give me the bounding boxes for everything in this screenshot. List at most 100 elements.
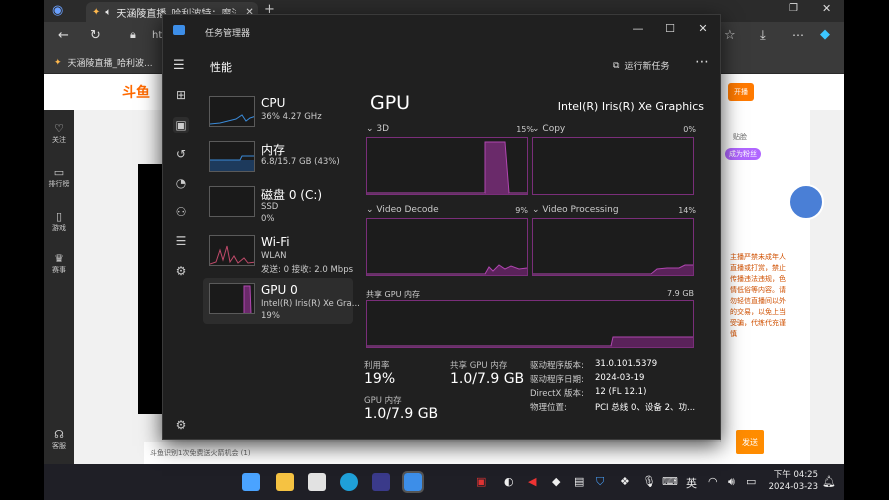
cpu-thumbnail bbox=[209, 96, 255, 127]
utilization-label: 利用率 bbox=[364, 361, 390, 371]
browser-menu-icon[interactable]: ⋯ bbox=[792, 28, 804, 42]
gpu-title: GPU bbox=[370, 92, 411, 114]
headset-icon: ☊ bbox=[54, 428, 64, 441]
directx-value: 12 (FL 12.1) bbox=[595, 387, 647, 397]
engine-vp-pct: 14% bbox=[678, 206, 696, 215]
utilization-value: 19% bbox=[364, 371, 396, 387]
item-detail-2: 0% bbox=[261, 214, 275, 224]
back-icon[interactable]: ← bbox=[58, 28, 69, 43]
clock[interactable]: 下午 04:25 2024-03-23 bbox=[766, 469, 818, 493]
send-button[interactable]: 发送 bbox=[736, 430, 764, 454]
gpu-thumbnail bbox=[209, 283, 255, 314]
resource-item-memory[interactable]: 内存 6.8/15.7 GB (43%) bbox=[203, 136, 353, 182]
close-button[interactable]: ✕ bbox=[688, 19, 718, 39]
task-manager-taskbar-icon[interactable] bbox=[402, 471, 424, 493]
battery-icon[interactable]: ▭ bbox=[746, 475, 756, 488]
item-name: Wi-Fi bbox=[261, 235, 290, 249]
startup-apps-icon[interactable]: ◔ bbox=[173, 175, 189, 191]
maximize-button[interactable]: ☐ bbox=[655, 19, 685, 39]
settings-icon[interactable]: ⚙ bbox=[173, 417, 189, 433]
desktop-screen: ◉ ✦ 🔈︎ 天涵陵直播_哈利波特：魔法 ✕ + ❐ ✕ ← ↻ 🔒︎ htt … bbox=[44, 0, 844, 500]
run-new-task-button[interactable]: ⧉ 运行新任务 bbox=[613, 59, 669, 73]
ime-indicator[interactable]: 英 bbox=[686, 475, 697, 491]
engine-copy-label[interactable]: ⌄ Copy bbox=[532, 124, 565, 134]
download-icon[interactable]: ⤓ bbox=[760, 28, 766, 43]
letterbox-left bbox=[0, 0, 44, 500]
gpu-mem-value: 1.0/7.9 GB bbox=[364, 406, 439, 422]
defender-icon[interactable]: ⛉ bbox=[596, 475, 604, 489]
engine-vp-label[interactable]: ⌄ Video Processing bbox=[532, 205, 619, 215]
resource-item-disk[interactable]: 磁盘 0 (C:) SSD 0% bbox=[203, 181, 353, 227]
letterbox-right bbox=[844, 0, 889, 500]
details-icon[interactable]: ☰ bbox=[173, 233, 189, 249]
file-explorer-icon[interactable] bbox=[276, 473, 294, 491]
refresh-icon[interactable]: ↻ bbox=[90, 28, 101, 43]
microphone-icon[interactable]: 🎙︎ bbox=[642, 475, 656, 488]
browser-close-icon[interactable]: ✕ bbox=[822, 2, 831, 15]
bookmark-item[interactable]: 天涵陵直播_哈利波... bbox=[68, 56, 153, 69]
lock-icon: 🔒︎ bbox=[130, 28, 136, 41]
tray-icon-5[interactable]: ▤ bbox=[574, 475, 584, 488]
shared-memory-label: 共享 GPU 内存 bbox=[366, 290, 420, 299]
engine-decode-graph bbox=[366, 218, 528, 276]
more-options-icon[interactable]: ⋯ bbox=[695, 54, 709, 70]
engine-decode-label[interactable]: ⌄ Video Decode bbox=[366, 205, 439, 215]
resource-item-cpu[interactable]: CPU 36% 4.27 GHz bbox=[203, 91, 353, 137]
restore-icon[interactable]: ❐ bbox=[789, 3, 798, 14]
tray-icon-4[interactable]: ◆ bbox=[552, 475, 560, 488]
edge-icon[interactable] bbox=[340, 473, 358, 491]
copilot-icon[interactable]: ◆ bbox=[820, 27, 830, 42]
notification-icon[interactable]: 🔔︎ bbox=[822, 475, 836, 488]
nav-follow[interactable]: ♡ 关注 bbox=[44, 122, 74, 145]
tm-header: ☰ 性能 ⧉ 运行新任务 ⋯ bbox=[163, 47, 722, 83]
tab-favicon-icon: ✦ bbox=[92, 6, 101, 18]
engine-3d-graph bbox=[366, 137, 528, 195]
minimize-button[interactable]: — bbox=[623, 19, 653, 39]
tray-app-icon[interactable]: ▣ bbox=[476, 475, 486, 488]
browser-profile-icon[interactable]: ◉ bbox=[52, 3, 63, 18]
fan-badge[interactable]: 成为粉丝 bbox=[725, 148, 761, 160]
processes-icon[interactable]: ⊞ bbox=[173, 87, 189, 103]
start-stream-button[interactable]: 开播 bbox=[728, 83, 754, 101]
chat-notice: 主播严禁未成年人直播或打赏，禁止传播违法违规，色情低俗等内容。请勿轻信直播间以外… bbox=[730, 253, 786, 338]
video-player[interactable] bbox=[138, 164, 164, 414]
keyboard-icon[interactable]: ⌨ bbox=[662, 475, 678, 488]
driver-date-value: 2024-03-19 bbox=[595, 373, 645, 383]
app-icon[interactable] bbox=[372, 473, 390, 491]
gpu-model: Intel(R) Iris(R) Xe Graphics bbox=[557, 100, 704, 113]
item-detail: SSD bbox=[261, 202, 279, 212]
resource-item-gpu[interactable]: GPU 0 Intel(R) Iris(R) Xe Gra... 19% bbox=[203, 278, 360, 324]
tray-icon-3[interactable]: ◀ bbox=[528, 475, 536, 488]
shared-gpu-mem-label: 共享 GPU 内存 bbox=[450, 361, 508, 371]
app-history-icon[interactable]: ↺ bbox=[173, 146, 189, 162]
volume-icon[interactable]: 🔊︎ bbox=[728, 475, 735, 489]
start-icon[interactable] bbox=[242, 473, 260, 491]
engine-3d-label[interactable]: ⌄ 3D bbox=[366, 124, 389, 134]
wifi-icon[interactable]: ◠ bbox=[708, 475, 718, 488]
shared-memory-max: 7.9 GB bbox=[667, 289, 694, 298]
hamburger-menu-icon[interactable]: ☰ bbox=[173, 58, 185, 73]
nav-service[interactable]: ☊ 客服 bbox=[44, 428, 74, 451]
task-manager-window: 任务管理器 — ☐ ✕ ☰ 性能 ⧉ 运行新任务 ⋯ ⊞ ▣ ↺ ◔ ⚇ ☰ ⚙… bbox=[162, 14, 721, 440]
site-left-nav: ♡ 关注 ▭ 排行榜 ▯ 游戏 ♛ 赛事 ☊ 客服 bbox=[44, 110, 74, 464]
audio-icon[interactable]: 🔈︎ bbox=[105, 7, 111, 18]
item-detail: Intel(R) Iris(R) Xe Gra... bbox=[261, 299, 360, 309]
tm-titlebar[interactable]: 任务管理器 — ☐ ✕ bbox=[163, 15, 722, 47]
nav-event[interactable]: ♛ 赛事 bbox=[44, 252, 74, 275]
site-logo[interactable]: 斗鱼 bbox=[122, 82, 150, 102]
services-icon[interactable]: ⚙ bbox=[173, 263, 189, 279]
nav-rank[interactable]: ▭ 排行榜 bbox=[44, 166, 74, 189]
resource-item-wifi[interactable]: Wi-Fi WLAN 发送: 0 接收: 2.0 Mbps bbox=[203, 230, 353, 276]
nav-game[interactable]: ▯ 游戏 bbox=[44, 210, 74, 233]
gpu-mem-label: GPU 内存 bbox=[364, 396, 402, 406]
tray-icon-2[interactable]: ◐ bbox=[504, 475, 514, 488]
users-icon[interactable]: ⚇ bbox=[173, 204, 189, 220]
favorite-icon[interactable]: ☆ bbox=[724, 28, 736, 43]
shared-memory-graph bbox=[366, 300, 694, 348]
tray-icon-6[interactable]: ❖ bbox=[620, 475, 630, 488]
store-icon[interactable] bbox=[308, 473, 326, 491]
item-name: 内存 bbox=[261, 143, 286, 157]
disk-thumbnail bbox=[209, 186, 255, 217]
event-badge-icon[interactable] bbox=[788, 184, 824, 220]
performance-icon[interactable]: ▣ bbox=[173, 117, 189, 133]
